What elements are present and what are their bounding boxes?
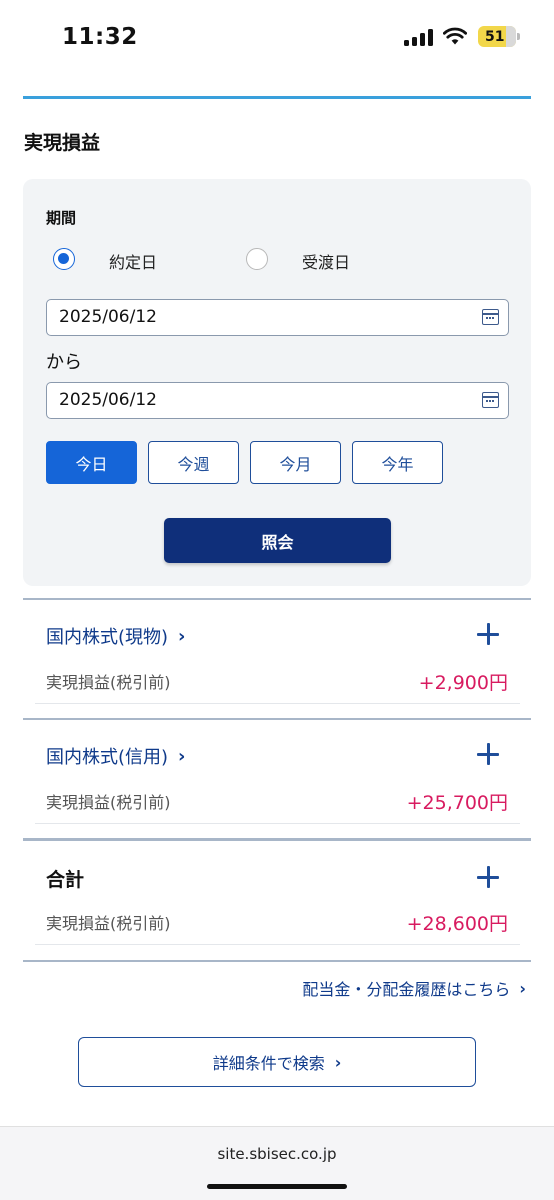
header-divider	[23, 96, 531, 99]
filter-panel: 期間 約定日 受渡日 2025/06/12 から 2025/06/12 今日 今…	[23, 179, 531, 586]
this-year-button[interactable]: 今年	[352, 441, 443, 484]
divider	[23, 598, 531, 600]
category-link-margin[interactable]: 国内株式(信用) ›	[46, 743, 185, 769]
expand-plus-icon[interactable]	[477, 623, 499, 645]
detail-search-button[interactable]: 詳細条件で検索 ›	[78, 1037, 476, 1087]
row-label: 実現損益(税引前)	[46, 673, 171, 692]
wifi-icon	[443, 27, 467, 45]
dividend-history-link[interactable]: 配当金・分配金履歴はこちら ›	[302, 976, 526, 1000]
row-divider	[35, 944, 520, 945]
calendar-icon[interactable]	[482, 309, 499, 325]
row-value: +2,900円	[418, 672, 508, 694]
divider	[23, 718, 531, 720]
radio-trade-date-label[interactable]: 約定日	[109, 249, 157, 273]
signal-icon	[404, 29, 434, 46]
browser-bar: site.sbisec.co.jp	[0, 1126, 554, 1200]
home-indicator[interactable]	[207, 1184, 347, 1189]
battery-icon: 51	[478, 26, 520, 47]
today-button[interactable]: 今日	[46, 441, 137, 484]
expand-plus-icon[interactable]	[477, 866, 499, 888]
dividend-history-label: 配当金・分配金履歴はこちら	[302, 980, 511, 999]
category-link-cash[interactable]: 国内株式(現物) ›	[46, 623, 185, 649]
to-date-input[interactable]: 2025/06/12	[46, 382, 509, 419]
category-label: 国内株式(現物)	[46, 627, 169, 648]
status-time: 11:32	[62, 24, 138, 50]
radio-settlement-date[interactable]	[246, 248, 268, 270]
radio-settlement-date-label[interactable]: 受渡日	[302, 249, 350, 273]
row-divider	[35, 823, 520, 824]
chevron-right-icon: ›	[519, 978, 526, 998]
from-label: から	[46, 352, 82, 373]
expand-plus-icon[interactable]	[477, 743, 499, 765]
chevron-right-icon: ›	[334, 1052, 342, 1072]
status-bar: 11:32 51	[0, 0, 554, 76]
period-label: 期間	[46, 209, 77, 227]
total-label: 合計	[46, 869, 85, 891]
to-date-value: 2025/06/12	[59, 390, 157, 410]
row-label: 実現損益(税引前)	[46, 914, 171, 933]
category-label: 国内株式(信用)	[46, 747, 169, 768]
radio-trade-date[interactable]	[53, 248, 75, 270]
page-title: 実現損益	[24, 132, 101, 154]
divider	[23, 960, 531, 962]
this-month-button[interactable]: 今月	[250, 441, 341, 484]
row-label: 実現損益(税引前)	[46, 793, 171, 812]
detail-search-label: 詳細条件で検索	[212, 1054, 325, 1073]
row-divider	[35, 703, 520, 704]
query-button[interactable]: 照会	[164, 518, 391, 563]
chevron-right-icon: ›	[178, 625, 186, 647]
browser-domain[interactable]: site.sbisec.co.jp	[0, 1145, 554, 1163]
from-date-value: 2025/06/12	[59, 307, 157, 327]
battery-level: 51	[485, 28, 505, 45]
from-date-input[interactable]: 2025/06/12	[46, 299, 509, 336]
calendar-icon[interactable]	[482, 392, 499, 408]
chevron-right-icon: ›	[178, 745, 186, 767]
total-value: +28,600円	[406, 913, 508, 935]
row-value: +25,700円	[406, 792, 508, 814]
this-week-button[interactable]: 今週	[148, 441, 239, 484]
divider	[23, 838, 531, 841]
